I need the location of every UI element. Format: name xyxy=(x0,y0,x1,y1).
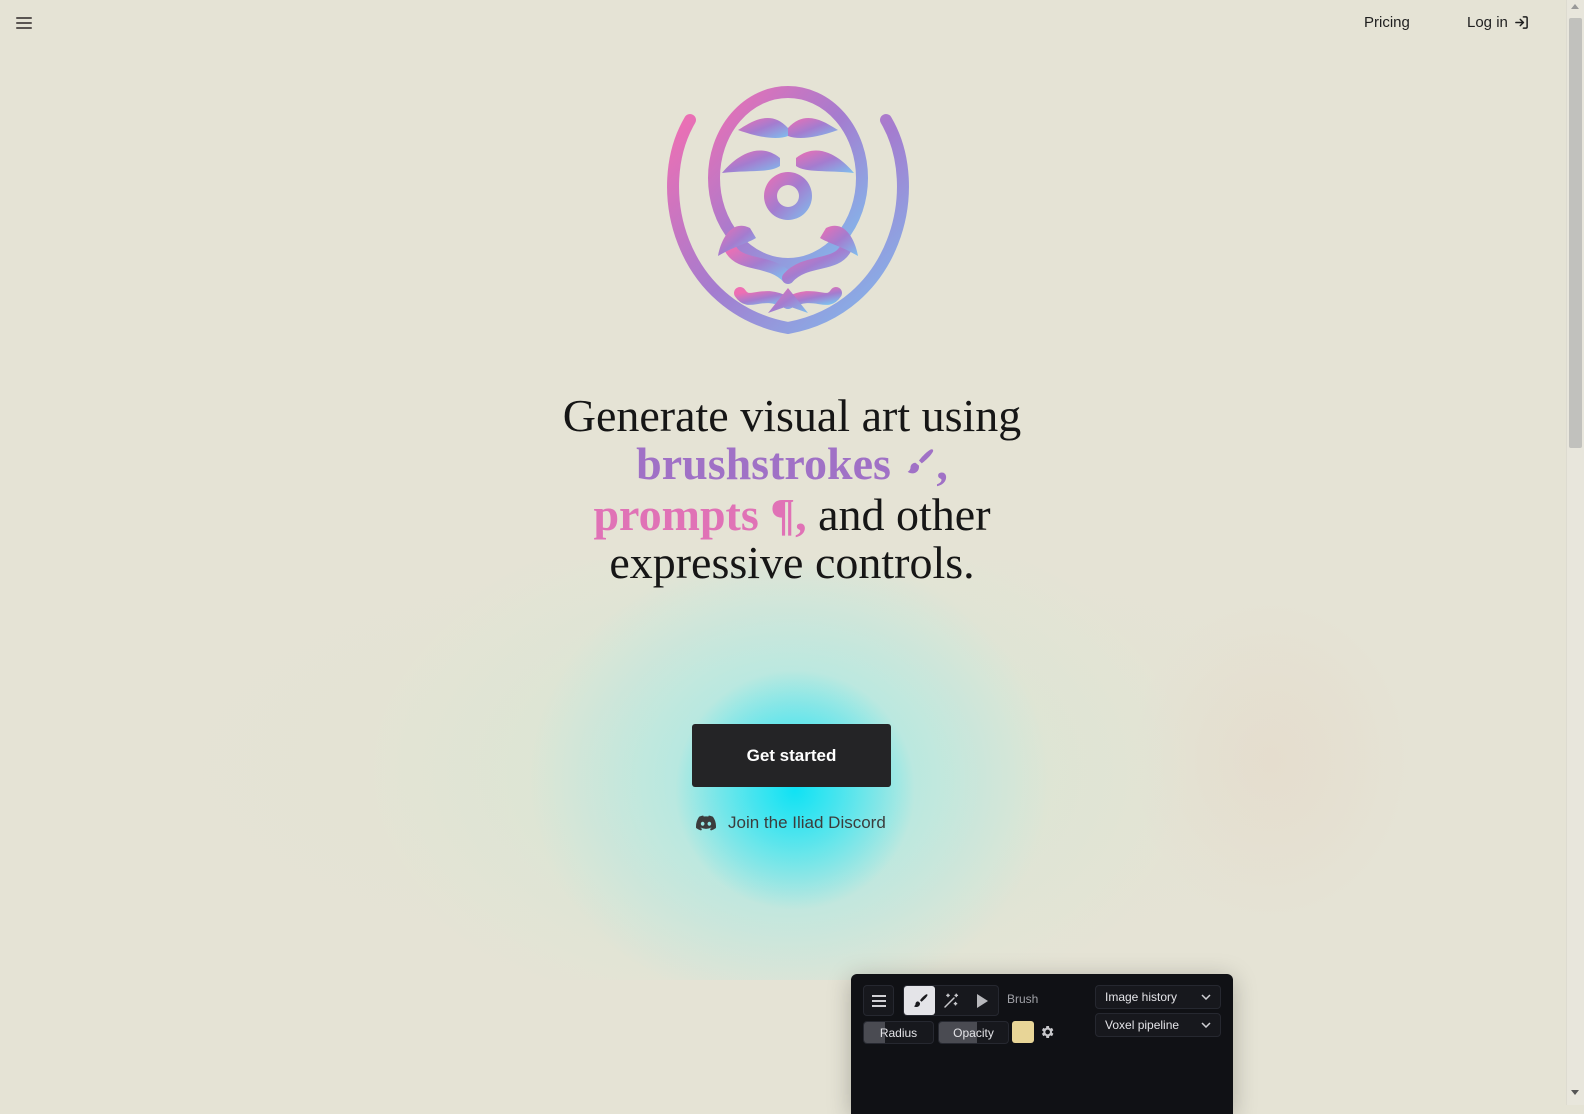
login-link[interactable]: Log in xyxy=(1467,14,1529,31)
opacity-label: Opacity xyxy=(953,1026,994,1040)
paintbrush-icon xyxy=(913,993,928,1007)
cursor-arrow-icon xyxy=(977,993,989,1008)
iliad-logo xyxy=(667,86,909,334)
image-history-dropdown[interactable]: Image history xyxy=(1095,985,1221,1009)
voxel-pipeline-dropdown[interactable]: Voxel pipeline xyxy=(1095,1013,1221,1037)
chevron-down-icon xyxy=(1201,1022,1211,1028)
sign-in-arrow-icon xyxy=(1515,16,1528,29)
opacity-slider[interactable]: Opacity xyxy=(938,1021,1009,1044)
app-preview-panel: Brush Radius Opacity Image history Voxel… xyxy=(851,974,1233,1114)
app-menu-button[interactable] xyxy=(863,985,894,1016)
chevron-down-icon xyxy=(1201,994,1211,1000)
scroll-down-arrow-icon[interactable] xyxy=(1571,1090,1579,1095)
get-started-button[interactable]: Get started xyxy=(692,724,891,787)
headline-line-3: prompts ¶, and other xyxy=(492,491,1092,539)
scroll-up-arrow-icon[interactable] xyxy=(1571,4,1579,9)
magic-wand-tool-button[interactable] xyxy=(935,986,966,1015)
color-swatch[interactable] xyxy=(1012,1021,1034,1043)
login-label: Log in xyxy=(1467,14,1508,31)
brush-tool-button[interactable] xyxy=(904,986,936,1015)
magic-wand-icon xyxy=(944,993,959,1008)
tool-group xyxy=(903,985,999,1016)
radius-label: Radius xyxy=(879,1026,918,1040)
hamburger-menu-icon xyxy=(871,994,886,1007)
pricing-link[interactable]: Pricing xyxy=(1364,14,1410,31)
discord-label: Join the Iliad Discord xyxy=(728,813,886,832)
active-tool-label: Brush xyxy=(1007,992,1039,1006)
voxel-pipeline-label: Voxel pipeline xyxy=(1105,1018,1180,1032)
page-scrollbar[interactable] xyxy=(1566,0,1584,1105)
radius-slider[interactable]: Radius xyxy=(863,1021,934,1044)
prompts-text: prompts xyxy=(593,489,759,540)
paintbrush-icon xyxy=(902,443,936,491)
gear-icon[interactable] xyxy=(1039,1024,1055,1040)
brushstrokes-text: brushstrokes xyxy=(636,438,891,489)
image-history-label: Image history xyxy=(1105,990,1178,1004)
top-navigation: Pricing Log in xyxy=(0,0,1550,48)
and-other-text: and other xyxy=(806,489,991,540)
select-tool-button[interactable] xyxy=(967,986,998,1015)
comma: , xyxy=(936,438,948,489)
hero-headline: Generate visual art using brushstrokes ,… xyxy=(492,392,1092,587)
headline-line-2: brushstrokes , xyxy=(492,440,1092,491)
headline-line-1: Generate visual art using xyxy=(562,390,1022,441)
discord-icon xyxy=(696,815,716,831)
hamburger-menu-icon[interactable] xyxy=(14,14,34,34)
scrollbar-thumb[interactable] xyxy=(1569,18,1582,448)
headline-line-4: expressive controls. xyxy=(609,537,975,588)
pilcrow-icon: ¶, xyxy=(770,489,807,540)
discord-link[interactable]: Join the Iliad Discord xyxy=(696,813,886,833)
